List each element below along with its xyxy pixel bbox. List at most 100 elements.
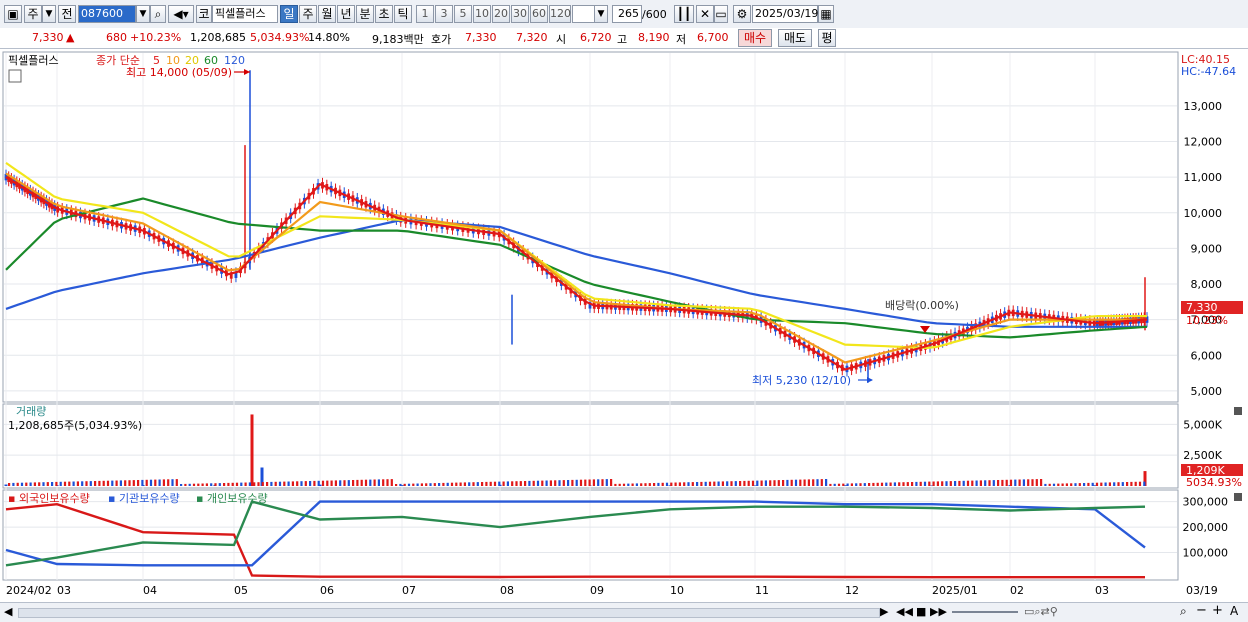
minute-5[interactable]: 5 [454, 5, 472, 23]
volume-bar [567, 480, 569, 486]
volume-bar [1092, 483, 1094, 486]
volume-bar [632, 484, 634, 487]
volume-bar [735, 481, 737, 486]
hoga-label: 호가 [431, 31, 451, 47]
volume-bar [1049, 484, 1051, 486]
volume-bar [614, 484, 616, 486]
volume-bar [808, 479, 810, 486]
quote-open: 6,720 [580, 31, 612, 44]
stop-icon[interactable]: ■ [916, 605, 926, 618]
volume-bar [251, 414, 254, 486]
volume-bar [838, 484, 840, 486]
volume-bar [429, 483, 431, 486]
buy-button[interactable]: 매수 [738, 29, 772, 47]
minute-60[interactable]: 60 [530, 5, 548, 23]
volume-bar [679, 482, 681, 486]
forward-icon[interactable]: ▶▶ [930, 605, 947, 618]
minute-10[interactable]: 10 [473, 5, 491, 23]
code-input[interactable]: 087600 [78, 5, 136, 23]
chart-menu-icon[interactable]: ▣ [4, 5, 22, 23]
volume-bar [976, 481, 978, 487]
volume-bar [399, 484, 401, 486]
volume-bar [447, 483, 449, 486]
volume-bar [163, 479, 165, 486]
volume-bar [485, 482, 487, 486]
volume-bar [563, 480, 565, 486]
gear-icon[interactable]: ⚙ [733, 5, 751, 23]
chart-area[interactable]: 5,0006,0007,0008,0009,00010,00011,00012,… [0, 49, 1248, 621]
volume-bar [993, 480, 995, 486]
save-icon[interactable]: ▭ [714, 5, 728, 23]
minute-120[interactable]: 120 [549, 5, 571, 23]
scroll-right-icon[interactable]: ▶ [880, 605, 888, 618]
volume-bar [361, 480, 363, 486]
sell-button[interactable]: 매도 [778, 29, 812, 47]
volume-bar [460, 483, 462, 487]
rewind-icon[interactable]: ◀◀ [896, 605, 913, 618]
crosshair-icon[interactable]: ✕ [696, 5, 714, 23]
zoom-out-icon[interactable]: ⌕ [1180, 604, 1187, 619]
volume-bar [743, 481, 745, 486]
calendar-icon[interactable]: ▦ [818, 5, 834, 23]
volume-pane-close-icon[interactable] [1234, 407, 1242, 415]
prev-button[interactable]: 전 [58, 5, 76, 23]
minus-icon[interactable]: − [1196, 603, 1207, 618]
search-icon[interactable]: ⌕ [150, 5, 166, 23]
volume-bar [1122, 482, 1124, 486]
volume-bar [1036, 479, 1038, 486]
code-dropdown-icon[interactable]: ▼ [136, 5, 150, 23]
volume-bar [980, 480, 982, 486]
volume-bar [253, 482, 255, 486]
volume-bar [176, 479, 178, 486]
volume-bar [490, 482, 492, 486]
period-day[interactable]: 일 [280, 5, 298, 23]
zoom-slider[interactable] [952, 611, 1018, 613]
volume-bar [12, 483, 14, 486]
font-size-icon[interactable]: A [1230, 604, 1238, 618]
volume-bar [1070, 483, 1072, 486]
period-minute[interactable]: 분 [356, 5, 374, 23]
volume-bar [627, 484, 629, 486]
volume-bar [786, 480, 788, 486]
table-toggle-icon[interactable] [9, 70, 21, 82]
minute-20[interactable]: 20 [492, 5, 510, 23]
type-button[interactable]: 주 [24, 5, 42, 23]
volume-bar [17, 483, 19, 486]
minute-30[interactable]: 30 [511, 5, 529, 23]
volume-bar [111, 481, 113, 486]
volume-bar [412, 484, 414, 486]
quote-change: 680 [106, 31, 127, 44]
volume-bar [709, 482, 711, 486]
count-input[interactable]: 265 [612, 5, 642, 23]
volume-bar [421, 483, 423, 486]
volume-bar [382, 479, 384, 486]
item-prefix[interactable]: 코 [196, 5, 212, 23]
quote-volume: 1,208,685 [190, 31, 246, 44]
custom-period-dropdown-icon[interactable]: ▼ [594, 5, 608, 23]
plus-icon[interactable]: + [1212, 603, 1223, 618]
minute-1[interactable]: 1 [416, 5, 434, 23]
view-tools-icon[interactable]: ▭⌕⇄⚲ [1024, 605, 1058, 619]
candle-icon[interactable]: ┃┃ [674, 5, 694, 23]
volume-bar [1130, 482, 1132, 486]
scrollbar[interactable] [18, 608, 880, 618]
period-week[interactable]: 주 [299, 5, 317, 23]
volume-bar [546, 481, 548, 487]
avg-button[interactable]: 평 [818, 29, 836, 47]
minute-3[interactable]: 3 [435, 5, 453, 23]
volume-bar [34, 482, 36, 486]
type-dropdown-icon[interactable]: ▼ [42, 5, 56, 23]
date-input[interactable]: 2025/03/19 [752, 5, 818, 23]
period-tick[interactable]: 틱 [394, 5, 412, 23]
scroll-left-icon[interactable]: ◀ [4, 605, 12, 618]
price-tick-label: 10,000 [1184, 207, 1223, 220]
volume-bar [847, 484, 849, 487]
period-year[interactable]: 년 [337, 5, 355, 23]
volume-bar [378, 479, 380, 486]
volume-bar [468, 482, 470, 486]
period-second[interactable]: 초 [375, 5, 393, 23]
holder-pane-close-icon[interactable] [1234, 493, 1242, 501]
sound-icon[interactable]: ◀▾ [168, 5, 194, 23]
period-month[interactable]: 월 [318, 5, 336, 23]
volume-bar [752, 481, 754, 486]
